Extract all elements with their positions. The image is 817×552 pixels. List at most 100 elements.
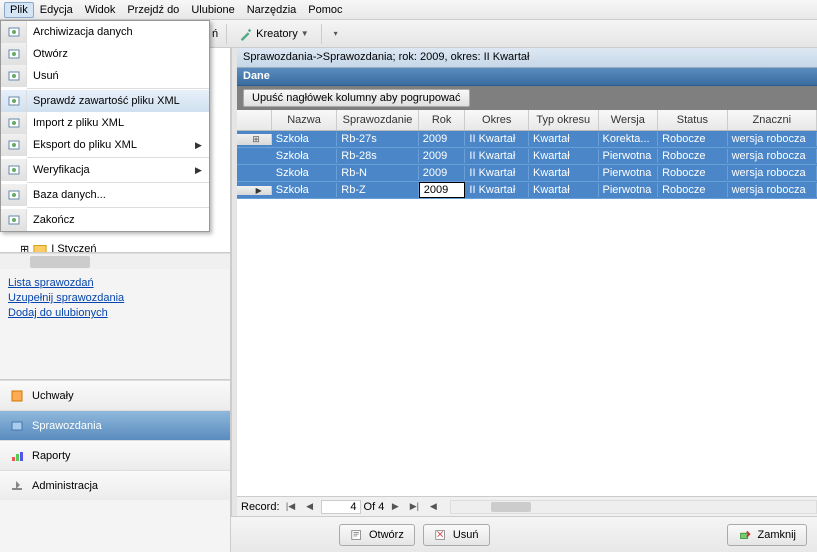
menu-item-check[interactable]: Sprawdź zawartość pliku XML — [1, 90, 209, 112]
delete-icon — [1, 65, 27, 87]
menu-item-label: Sprawdź zawartość pliku XML — [27, 95, 195, 107]
group-hint-button[interactable]: Upuść nagłówek kolumny aby pogrupować — [243, 89, 470, 107]
bottom-button-bar: Otwórz Usuń Zamknij — [231, 516, 817, 552]
menu-item-archive[interactable]: Archiwizacja danych — [1, 21, 209, 43]
nav-label: Raporty — [32, 450, 71, 462]
nav-last-icon[interactable]: ▶| — [406, 500, 422, 514]
menu-ulubione[interactable]: Ulubione — [185, 2, 240, 18]
cell: II Kwartał — [465, 132, 529, 146]
breadcrumb: Sprawozdania->Sprawozdania; rok: 2009, o… — [237, 48, 817, 68]
table-row[interactable]: SzkołaRb-28s2009II KwartałKwartałPierwot… — [237, 148, 817, 165]
grid-h-scrollbar[interactable] — [450, 500, 817, 514]
nav-uchwały[interactable]: Uchwały — [0, 380, 230, 410]
nav-prev-icon[interactable]: ◀ — [302, 500, 318, 514]
record-of: Of 4 — [364, 501, 385, 513]
cell: Rb-28s — [337, 149, 418, 163]
cell: wersja robocza — [728, 149, 817, 163]
menu-separator — [27, 157, 209, 158]
menu-item-label: Baza danych... — [27, 189, 195, 201]
link-uzupelnij[interactable]: Uzupełnij sprawozdania — [8, 292, 222, 304]
zamknij-button[interactable]: Zamknij — [727, 524, 807, 546]
cell: Kwartał — [529, 166, 599, 180]
cell: Szkoła — [272, 183, 338, 197]
nav-raporty[interactable]: Raporty — [0, 440, 230, 470]
cell: Robocze — [658, 183, 728, 197]
col-znaczniki[interactable]: Znaczni — [728, 110, 817, 130]
import-icon — [1, 112, 27, 134]
plik-dropdown: Archiwizacja danych Otwórz Usuń Sprawdź zaw… — [0, 20, 210, 232]
scrollbar-thumb[interactable] — [491, 502, 531, 512]
verify-icon — [1, 159, 27, 181]
nav-first-icon[interactable]: |◀ — [283, 500, 299, 514]
table-row[interactable]: SzkołaRb-Z2009II KwartałKwartałPierwotna… — [237, 182, 817, 199]
record-label: Record: — [241, 501, 280, 513]
cell: Robocze — [658, 132, 728, 146]
record-current-input[interactable] — [321, 500, 361, 514]
nav-icon — [10, 449, 24, 463]
section-header-dane: Dane — [237, 68, 817, 86]
chevron-down-icon: ▾ — [334, 29, 338, 38]
link-dodaj[interactable]: Dodaj do ulubionych — [8, 307, 222, 319]
menu-item-label: Usuń — [27, 70, 195, 82]
cell: Szkoła — [272, 166, 338, 180]
menu-item-import[interactable]: Import z pliku XML — [1, 112, 209, 134]
col-status[interactable]: Status — [658, 110, 728, 130]
cell: Rb-Z — [337, 183, 418, 197]
cell: Korekta... — [599, 132, 659, 146]
link-lista[interactable]: Lista sprawozdań — [8, 277, 222, 289]
cell: Pierwotna — [599, 149, 659, 163]
nav-icon — [10, 389, 24, 403]
menu-item-open[interactable]: Otwórz — [1, 43, 209, 65]
table-row[interactable]: SzkołaRb-27s2009II KwartałKwartałKorekta… — [237, 131, 817, 148]
cell: 2009 — [419, 149, 466, 163]
menu-item-delete[interactable]: Usuń — [1, 65, 209, 87]
menu-edycja[interactable]: Edycja — [34, 2, 79, 18]
menu-item-verify[interactable]: Weryfikacja▶ — [1, 159, 209, 181]
zamknij-label: Zamknij — [757, 529, 796, 541]
toolbar-extra-button[interactable]: ▾ — [330, 27, 342, 40]
nav-administracja[interactable]: Administracja — [0, 470, 230, 500]
menu-item-db[interactable]: Baza danych... — [1, 184, 209, 206]
col-wersja[interactable]: Wersja — [599, 110, 659, 130]
cell: 2009 — [419, 132, 466, 146]
group-by-bar[interactable]: Upuść nagłówek kolumny aby pogrupować — [237, 86, 817, 110]
usun-button[interactable]: Usuń — [423, 524, 490, 546]
menu-item-label: Zakończ — [27, 214, 195, 226]
table-row[interactable]: SzkołaRb-N2009II KwartałKwartałPierwotna… — [237, 165, 817, 182]
cell: 2009 — [419, 166, 466, 180]
row-handle[interactable] — [237, 186, 272, 195]
archive-icon — [1, 21, 27, 43]
delete-icon — [434, 528, 448, 542]
nav-next-icon[interactable]: ▶ — [387, 500, 403, 514]
nav-sprawozdania[interactable]: Sprawozdania — [0, 410, 230, 440]
cell: II Kwartał — [465, 166, 529, 180]
col-expand[interactable] — [237, 110, 272, 130]
col-rok[interactable]: Rok — [419, 110, 466, 130]
toolbar-sep2 — [321, 24, 322, 44]
menu-plik[interactable]: Plik — [4, 2, 34, 18]
wizard-icon — [239, 27, 253, 41]
menu-narzedzia[interactable]: Narzędzia — [241, 2, 303, 18]
col-sprawozdanie[interactable]: Sprawozdanie — [337, 110, 418, 130]
menu-pomoc[interactable]: Pomoc — [302, 2, 348, 18]
col-nazwa[interactable]: Nazwa — [272, 110, 338, 130]
otworz-button[interactable]: Otwórz — [339, 524, 415, 546]
tree-label: I Styczeń — [51, 243, 96, 253]
col-typ[interactable]: Typ okresu — [529, 110, 599, 130]
open-icon — [350, 528, 364, 542]
cell: Rb-27s — [337, 132, 418, 146]
cell: Robocze — [658, 149, 728, 163]
tree-expand-icon[interactable]: ⊞ — [20, 243, 29, 254]
scrollbar-thumb[interactable] — [30, 256, 90, 268]
record-navigator: Record: |◀ ◀ Of 4 ▶ ▶| ◀ — [237, 496, 817, 516]
kreatory-button[interactable]: Kreatory ▼ — [235, 25, 313, 43]
menu-przejdz[interactable]: Przejdź do — [121, 2, 185, 18]
menu-widok[interactable]: Widok — [79, 2, 122, 18]
tree-scrollbar[interactable] — [0, 253, 230, 269]
menu-item-export[interactable]: Eksport do pliku XML▶ — [1, 134, 209, 156]
col-okres[interactable]: Okres — [465, 110, 529, 130]
menu-item-exit[interactable]: Zakończ — [1, 209, 209, 231]
row-handle[interactable] — [237, 134, 272, 145]
menu-item-label: Otwórz — [27, 48, 195, 60]
tree-item-styczen[interactable]: ⊞ I Styczeń — [20, 242, 230, 253]
